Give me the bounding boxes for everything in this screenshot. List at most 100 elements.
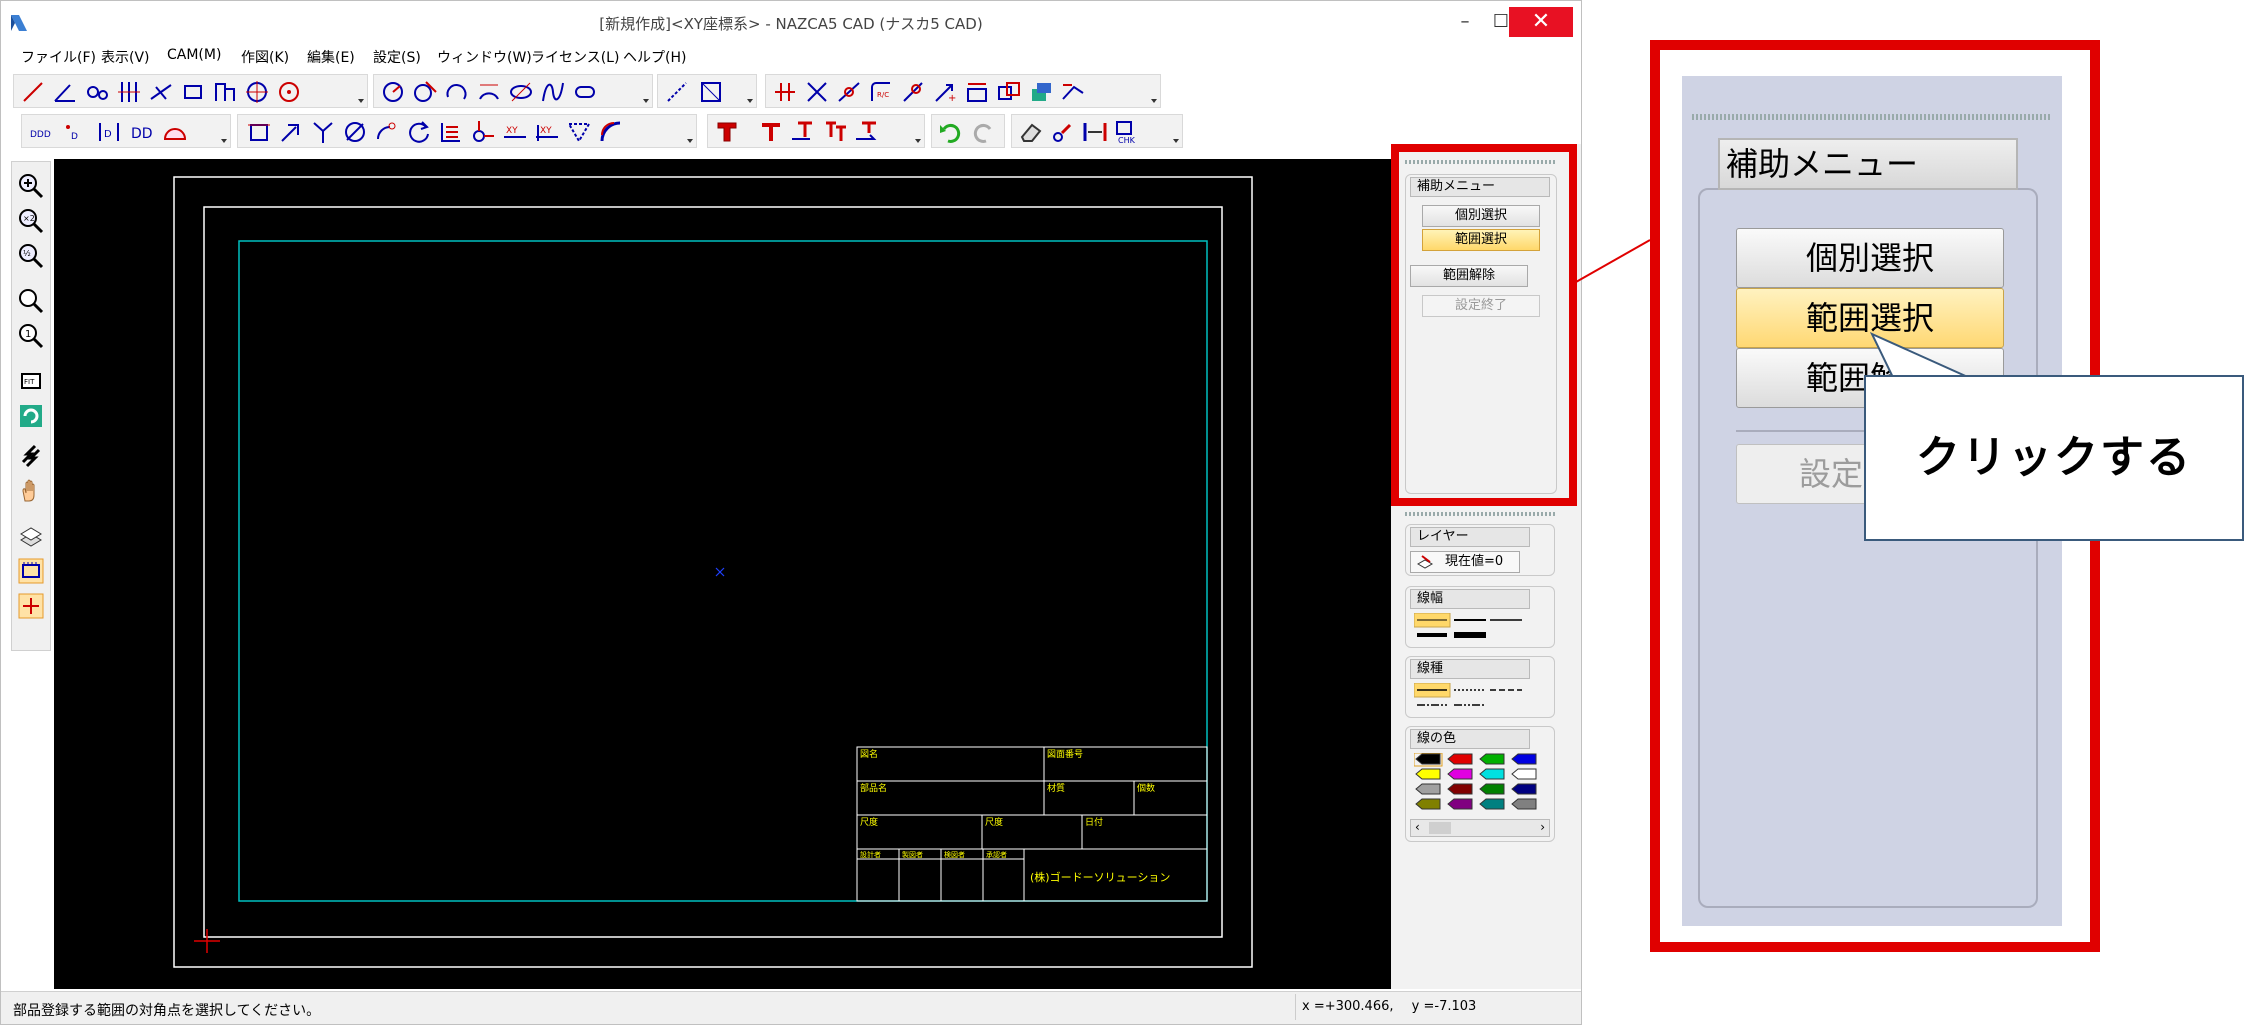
- ellipse-icon[interactable]: [508, 79, 534, 105]
- text-align-icon[interactable]: [822, 119, 848, 145]
- angle-dim-icon[interactable]: [566, 119, 592, 145]
- angle-line-icon[interactable]: [52, 79, 78, 105]
- check-icon[interactable]: CHK: [1114, 119, 1140, 145]
- xy-dimension-icon[interactable]: XY: [502, 119, 528, 145]
- menu-settings[interactable]: 設定(S): [373, 47, 421, 67]
- point-line-icon[interactable]: [664, 79, 690, 105]
- radius-dim-icon[interactable]: [374, 119, 400, 145]
- protractor-icon[interactable]: [162, 119, 188, 145]
- oval-icon[interactable]: [572, 79, 598, 105]
- settings-end-button[interactable]: 設定終了: [1422, 295, 1540, 317]
- line-width-swatches[interactable]: [1414, 613, 1544, 643]
- grid-box-icon[interactable]: [698, 79, 724, 105]
- spline-icon[interactable]: [540, 79, 566, 105]
- perpendicular-icon[interactable]: [148, 79, 174, 105]
- redo-icon[interactable]: [970, 119, 996, 145]
- dimension-point-icon[interactable]: D: [62, 119, 88, 145]
- menu-window[interactable]: ウィンドウ(W): [437, 47, 532, 67]
- polyline-icon[interactable]: [212, 79, 238, 105]
- grid-icon[interactable]: [17, 557, 45, 585]
- coordinate-point-icon[interactable]: [470, 119, 496, 145]
- measure-icon[interactable]: [1060, 79, 1086, 105]
- xy-baseline-icon[interactable]: XY: [534, 119, 560, 145]
- circle-point-icon[interactable]: [276, 79, 302, 105]
- rc-corner-icon[interactable]: R/C: [868, 79, 894, 105]
- chevron-down-icon[interactable]: [686, 137, 694, 145]
- individual-select-button[interactable]: 個別選択: [1422, 205, 1540, 227]
- color-swatch[interactable]: [1511, 798, 1537, 810]
- extend-icon[interactable]: [836, 79, 862, 105]
- zoom-half-icon[interactable]: ½: [17, 242, 45, 270]
- color-swatch[interactable]: [1415, 768, 1441, 780]
- line-type-swatches[interactable]: [1414, 683, 1544, 713]
- color-swatch[interactable]: [1415, 798, 1441, 810]
- dimension-ddd-icon[interactable]: DDD: [28, 119, 54, 145]
- diameter-icon[interactable]: [342, 119, 368, 145]
- text-tool-icon[interactable]: [714, 119, 740, 145]
- color-swatch[interactable]: [1479, 753, 1505, 765]
- circle-center-icon[interactable]: [244, 79, 270, 105]
- color-swatch[interactable]: [1511, 783, 1537, 795]
- tangent-line-icon[interactable]: [84, 79, 110, 105]
- drawing-canvas[interactable]: 図名 図面番号 部品名 材質 個数 尺度 尺度 日付 設計者 製図者 検図者 承…: [54, 159, 1391, 989]
- range-release-button[interactable]: 範囲解除: [1410, 265, 1528, 287]
- hole-table-icon[interactable]: [438, 119, 464, 145]
- arc-length-icon[interactable]: [598, 119, 624, 145]
- color-swatch[interactable]: [1511, 753, 1537, 765]
- text-edit-icon[interactable]: [758, 119, 784, 145]
- close-button[interactable]: ✕: [1509, 7, 1573, 37]
- chevron-down-icon[interactable]: [1150, 97, 1158, 105]
- chamfer-icon[interactable]: [900, 79, 926, 105]
- rectangle-icon[interactable]: [180, 79, 206, 105]
- rotate-icon[interactable]: [406, 119, 432, 145]
- chevron-down-icon[interactable]: [642, 97, 650, 105]
- line-color-swatches[interactable]: [1414, 753, 1548, 815]
- zoom-individual-select-button[interactable]: 個別選択: [1736, 228, 2004, 288]
- scroll-left-icon[interactable]: ‹: [1415, 820, 1420, 834]
- text-arrow-icon[interactable]: [854, 119, 880, 145]
- menu-edit[interactable]: 編集(E): [307, 47, 355, 67]
- color-swatch[interactable]: [1447, 753, 1473, 765]
- pan-arrows-icon[interactable]: [17, 442, 45, 470]
- color-swatch[interactable]: [1414, 753, 1443, 767]
- color-swatch[interactable]: [1479, 783, 1505, 795]
- dimension-dd-icon[interactable]: DD: [130, 119, 156, 145]
- circle-tangent-icon[interactable]: [412, 79, 438, 105]
- scroll-thumb[interactable]: [1429, 822, 1451, 834]
- color-swatch[interactable]: [1511, 768, 1537, 780]
- cross-cut-icon[interactable]: [804, 79, 830, 105]
- menu-file[interactable]: ファイル(F): [21, 47, 96, 67]
- menu-cam[interactable]: CAM(M): [167, 47, 221, 63]
- redraw-icon[interactable]: [17, 402, 45, 430]
- color-swatch[interactable]: [1415, 783, 1441, 795]
- dimension-box-icon[interactable]: [246, 119, 272, 145]
- zoom-in-icon[interactable]: [17, 172, 45, 200]
- zoom-window-icon[interactable]: [17, 287, 45, 315]
- layer-icon[interactable]: [17, 522, 45, 550]
- chevron-down-icon[interactable]: [914, 137, 922, 145]
- menu-view[interactable]: 表示(V): [101, 47, 150, 67]
- leader-arrow-icon[interactable]: [278, 119, 304, 145]
- color-swatch[interactable]: [1479, 768, 1505, 780]
- color-scrollbar[interactable]: ‹ ›: [1410, 819, 1550, 837]
- chevron-down-icon[interactable]: [220, 137, 228, 145]
- scroll-right-icon[interactable]: ›: [1540, 820, 1545, 834]
- color-swatch[interactable]: [1447, 798, 1473, 810]
- branch-icon[interactable]: [310, 119, 336, 145]
- copy-array-icon[interactable]: [996, 79, 1022, 105]
- color-swatch[interactable]: [1447, 783, 1473, 795]
- attribute-change-icon[interactable]: [1050, 119, 1076, 145]
- chevron-down-icon[interactable]: [357, 97, 365, 105]
- dimension-between-icon[interactable]: D: [96, 119, 122, 145]
- hand-pan-icon[interactable]: [17, 477, 45, 505]
- color-swatch[interactable]: [1479, 798, 1505, 810]
- menu-help[interactable]: ヘルプ(H): [623, 47, 686, 67]
- text-leader-icon[interactable]: [790, 119, 816, 145]
- zoom-actual-icon[interactable]: 1: [17, 322, 45, 350]
- color-swatch[interactable]: [1447, 768, 1473, 780]
- eraser-icon[interactable]: [1018, 119, 1044, 145]
- undo-icon[interactable]: [938, 119, 964, 145]
- fit-icon[interactable]: FIT: [17, 367, 45, 395]
- distance-icon[interactable]: [1082, 119, 1108, 145]
- circle-radius-icon[interactable]: [380, 79, 406, 105]
